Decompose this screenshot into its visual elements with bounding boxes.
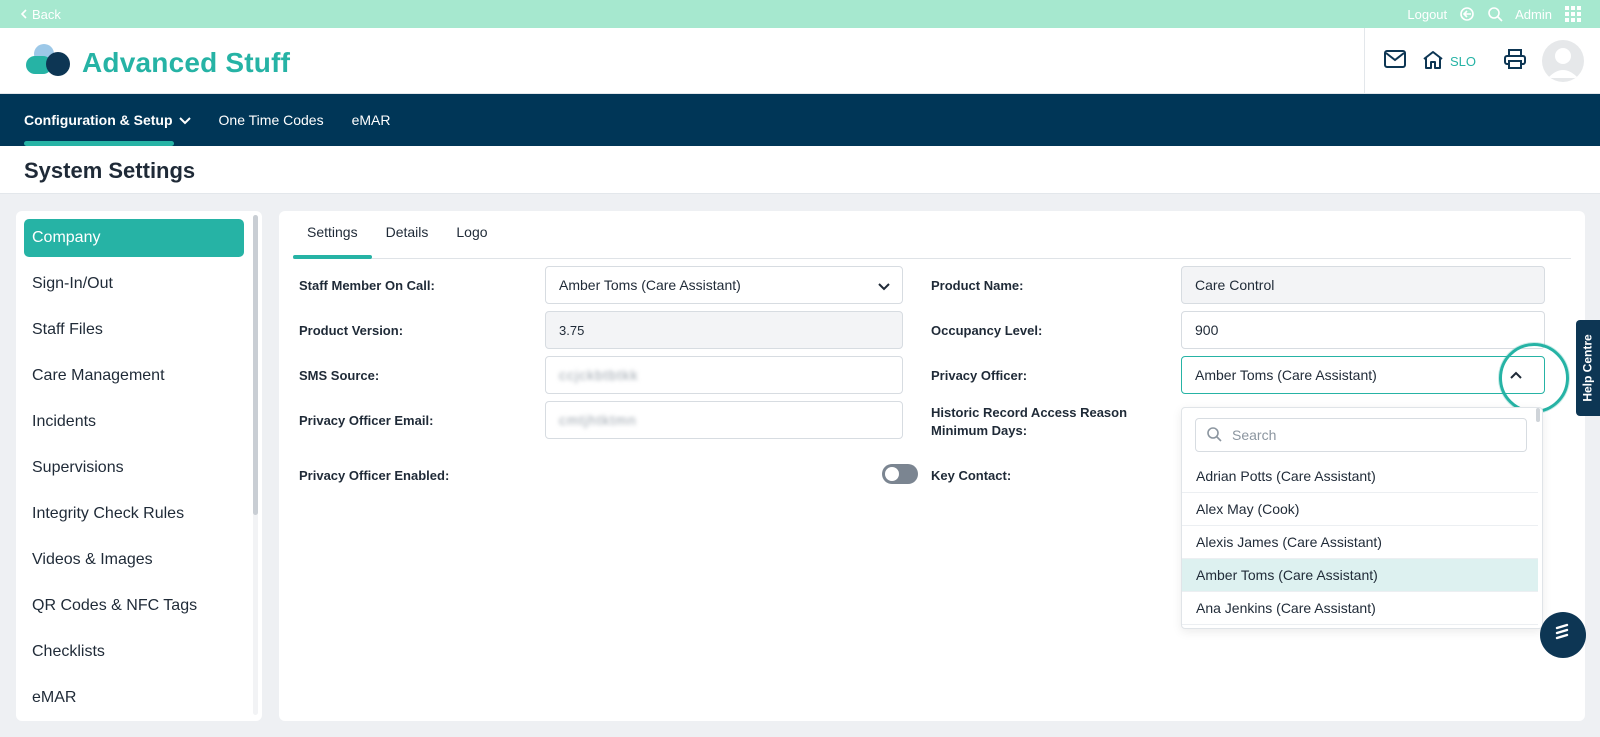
- historic-record-days-label: Historic Record Access Reason Minimum Da…: [931, 405, 1128, 438]
- dropdown-search-input[interactable]: Search: [1195, 418, 1527, 452]
- key-contact-label: Key Contact:: [931, 468, 1012, 483]
- privacy-officer-value: Amber Toms (Care Assistant): [1195, 367, 1377, 383]
- staff-on-call-label: Staff Member On Call:: [299, 278, 435, 293]
- sidebar-item-emar[interactable]: eMAR: [24, 679, 244, 717]
- page-title: System Settings: [24, 158, 196, 183]
- staff-on-call-select[interactable]: Amber Toms (Care Assistant): [545, 266, 903, 304]
- top-strip: Back Logout Admin: [0, 0, 1600, 28]
- privacy-officer-select[interactable]: Amber Toms (Care Assistant): [1181, 356, 1545, 394]
- sidebar-scrollbar[interactable]: [253, 215, 258, 715]
- app-logo[interactable]: Advanced Stuff: [24, 42, 290, 83]
- dropdown-options: Adrian Potts (Care Assistant) Alex May (…: [1182, 460, 1538, 625]
- main-nav: Configuration & Setup One Time Codes eMA…: [0, 94, 1600, 146]
- privacy-officer-email-label: Privacy Officer Email:: [299, 413, 434, 428]
- page-bottom-edge: [0, 721, 1600, 737]
- app-name: Advanced Stuff: [82, 46, 291, 78]
- back-label: Back: [32, 6, 61, 22]
- search-icon[interactable]: [1487, 6, 1503, 22]
- sidebar-item-integrity-check-rules[interactable]: Integrity Check Rules: [24, 495, 244, 533]
- privacy-officer-email-value: cmtjhtktmn: [559, 412, 637, 428]
- dropdown-option-selected[interactable]: Amber Toms (Care Assistant): [1182, 559, 1538, 592]
- product-name-field: Care Control: [1181, 266, 1545, 304]
- logo-mark-icon: [24, 42, 72, 83]
- nav-configuration-setup[interactable]: Configuration & Setup: [24, 94, 191, 146]
- tab-details[interactable]: Details: [372, 211, 443, 258]
- dropdown-option[interactable]: Alex May (Cook): [1182, 493, 1538, 526]
- tab-logo[interactable]: Logo: [442, 211, 501, 258]
- help-centre-tab[interactable]: Help Centre: [1576, 320, 1600, 416]
- chevron-down-icon: [878, 278, 890, 294]
- nav-item-label: eMAR: [351, 112, 391, 128]
- nav-item-label: Configuration & Setup: [24, 112, 173, 128]
- sidebar-item-supervisions[interactable]: Supervisions: [24, 449, 244, 487]
- sidebar-item-care-management[interactable]: Care Management: [24, 357, 244, 395]
- mail-icon[interactable]: [1383, 49, 1406, 73]
- product-name-label: Product Name:: [931, 278, 1024, 293]
- occupancy-level-label: Occupancy Level:: [931, 323, 1043, 338]
- apps-grid-icon[interactable]: [1564, 5, 1582, 23]
- dropdown-scrollbar[interactable]: [1536, 408, 1540, 422]
- sms-source-label: SMS Source:: [299, 368, 380, 383]
- home-icon: [1422, 50, 1444, 73]
- home-slo-link[interactable]: SLO: [1422, 50, 1476, 73]
- sidebar-item-videos-images[interactable]: Videos & Images: [24, 541, 244, 579]
- staff-on-call-value: Amber Toms (Care Assistant): [559, 277, 741, 293]
- nav-item-label: One Time Codes: [218, 112, 324, 128]
- app-header: Advanced Stuff SLO: [0, 28, 1600, 94]
- sms-source-value: ccjckbtbtkk: [559, 367, 639, 383]
- sidebar-item-staff-files[interactable]: Staff Files: [24, 311, 244, 349]
- search-icon: [1206, 426, 1222, 445]
- dropdown-option[interactable]: Ana Jenkins (Care Assistant): [1182, 592, 1538, 625]
- header-divider: [1364, 28, 1365, 94]
- chat-icon: [1553, 622, 1573, 649]
- privacy-officer-label: Privacy Officer:: [931, 368, 1028, 383]
- home-label: SLO: [1449, 53, 1476, 69]
- focus-highlight-ring: [1499, 343, 1569, 413]
- logout-link[interactable]: Logout: [1407, 7, 1447, 22]
- product-version-field: 3.75: [545, 311, 903, 349]
- chevron-left-icon: [20, 9, 28, 19]
- logout-icon[interactable]: [1459, 6, 1475, 22]
- back-link[interactable]: Back: [20, 7, 61, 22]
- sidebar-item-incidents[interactable]: Incidents: [24, 403, 244, 441]
- printer-icon[interactable]: [1504, 48, 1526, 74]
- product-version-label: Product Version:: [299, 323, 404, 338]
- dropdown-option[interactable]: Adrian Potts (Care Assistant): [1182, 460, 1538, 493]
- tab-settings[interactable]: Settings: [293, 211, 372, 259]
- help-centre-label: Help Centre: [1581, 334, 1596, 402]
- sidebar-item-checklists[interactable]: Checklists: [24, 633, 244, 671]
- occupancy-level-input[interactable]: 900: [1181, 311, 1545, 349]
- settings-tabs: Settings Details Logo: [293, 211, 1571, 259]
- settings-sidebar: Company Sign-In/Out Staff Files Care Man…: [16, 211, 262, 721]
- privacy-officer-dropdown: Search Adrian Potts (Care Assistant) Ale…: [1181, 407, 1543, 629]
- chat-launcher-button[interactable]: [1540, 612, 1586, 658]
- nav-one-time-codes[interactable]: One Time Codes: [219, 94, 324, 146]
- avatar[interactable]: [1542, 40, 1584, 82]
- dropdown-option[interactable]: Alexis James (Care Assistant): [1182, 526, 1538, 559]
- privacy-officer-enabled-toggle[interactable]: [882, 464, 918, 484]
- dropdown-search-placeholder: Search: [1232, 427, 1277, 443]
- sidebar-item-qr-codes-nfc-tags[interactable]: QR Codes & NFC Tags: [24, 587, 244, 625]
- privacy-officer-enabled-label: Privacy Officer Enabled:: [299, 468, 450, 483]
- chevron-down-icon: [178, 112, 191, 128]
- sidebar-item-sign-in-out[interactable]: Sign-In/Out: [24, 265, 244, 303]
- sms-source-input[interactable]: ccjckbtbtkk: [545, 356, 903, 394]
- admin-label[interactable]: Admin: [1515, 7, 1552, 22]
- sidebar-item-company[interactable]: Company: [24, 219, 244, 257]
- page-title-bar: System Settings: [0, 146, 1600, 194]
- privacy-officer-email-input[interactable]: cmtjhtktmn: [545, 401, 903, 439]
- sidebar-scroll-thumb[interactable]: [253, 215, 258, 515]
- nav-emar[interactable]: eMAR: [352, 94, 391, 146]
